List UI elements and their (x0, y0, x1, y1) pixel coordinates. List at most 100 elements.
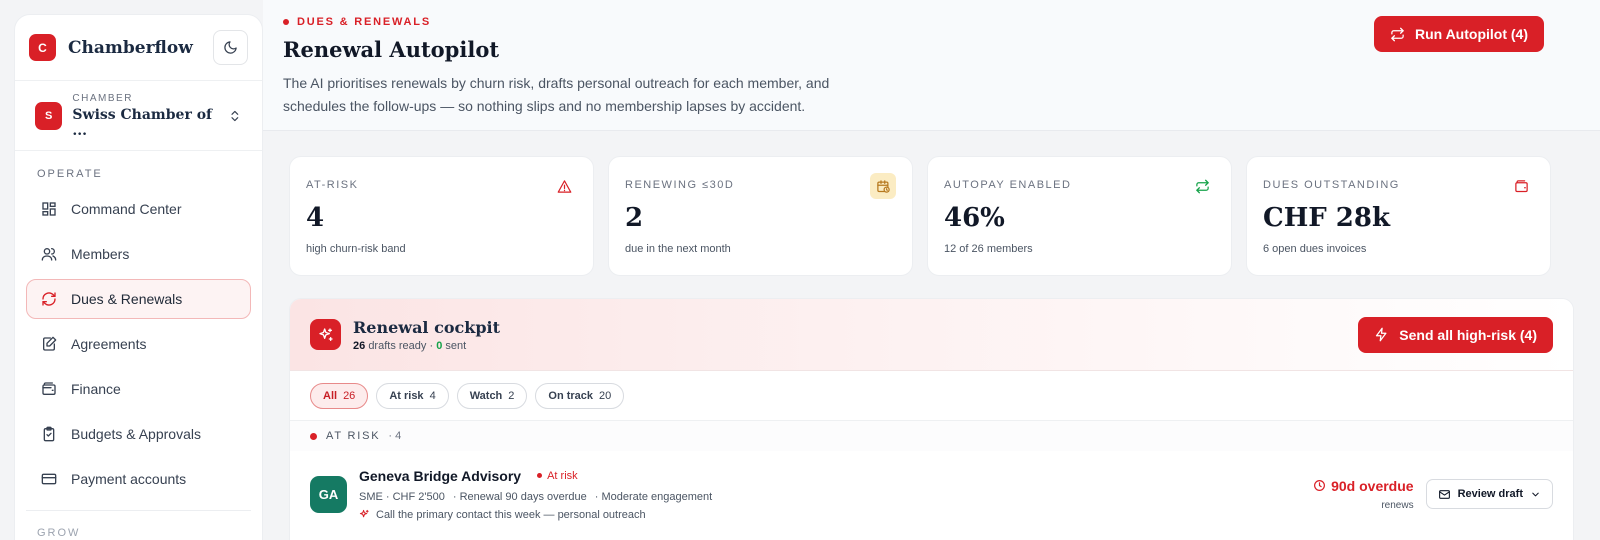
drafts-count: 26 (353, 339, 366, 352)
stat-card-dues-outstanding[interactable]: DUES OUTSTANDING CHF 28k 6 open dues inv… (1246, 156, 1551, 276)
document-edit-icon (43, 336, 57, 351)
sidebar-item-members[interactable]: Members (26, 234, 251, 274)
stat-label: RENEWING ≤30D (625, 179, 735, 191)
refresh-icon (42, 292, 56, 306)
overdue-text: 90d overdue (1331, 477, 1414, 494)
stat-card-autopay[interactable]: AUTOPAY ENABLED 46% 12 of 26 members (927, 156, 1232, 276)
stat-sub: high churn-risk band (306, 243, 406, 255)
status-badge-label: At risk (547, 469, 578, 482)
sidebar-item-agreements[interactable]: Agreements (26, 324, 251, 364)
sidebar-item-label: Dues & Renewals (71, 291, 183, 307)
send-all-high-risk-button[interactable]: Send all high-risk (4) (1358, 316, 1553, 353)
sent-count: 0 (436, 339, 443, 352)
sidebar-item-payment-accounts[interactable]: Payment accounts (26, 459, 251, 499)
filter-chip-watch[interactable]: Watch 2 (456, 382, 528, 409)
renewal-cockpit: Renewal cockpit 26 drafts ready · 0 sent… (289, 298, 1574, 540)
cockpit-title: Renewal cockpit (353, 317, 500, 337)
meta-segment: SME · CHF 2'500 (359, 490, 445, 503)
member-name[interactable]: Geneva Bridge Advisory (359, 468, 521, 484)
review-draft-label: Review draft (1457, 488, 1523, 500)
filter-chips: All 26 At risk 4 Watch 2 On track 20 (290, 371, 1573, 421)
run-autopilot-label: Run Autopilot (4) (1414, 26, 1528, 42)
cockpit-subtitle: 26 drafts ready · 0 sent (353, 340, 500, 352)
brand-name[interactable]: Chamberflow (68, 38, 193, 58)
chevron-up-down-icon (231, 110, 239, 121)
group-count: · 4 (388, 430, 402, 442)
stat-value: 4 (306, 203, 325, 233)
repeat-icon (1189, 173, 1215, 199)
stat-card-at-risk[interactable]: AT-RISK 4 high churn-risk band (289, 156, 594, 276)
filter-chip-all[interactable]: All 26 (310, 382, 369, 409)
stat-label: AT-RISK (306, 179, 359, 191)
stat-value: CHF 28k (1263, 203, 1390, 233)
ai-suggestion: Call the primary contact this week — per… (359, 509, 712, 521)
stat-card-renewing[interactable]: RENEWING ≤30D 2 due in the next month (608, 156, 913, 276)
run-autopilot-button[interactable]: Run Autopilot (4) (1373, 16, 1544, 52)
clipboard-check-icon (43, 426, 55, 442)
stat-sub: 6 open dues invoices (1263, 243, 1367, 255)
stat-sub: 12 of 26 members (944, 243, 1033, 255)
chip-label: All (323, 389, 338, 402)
chip-count: 4 (429, 389, 436, 402)
users-icon (41, 248, 57, 261)
lightning-icon (1376, 327, 1387, 342)
brand-header: C Chamberflow (15, 15, 262, 81)
filter-chip-at-risk[interactable]: At risk 4 (376, 382, 449, 409)
group-header-at-risk: AT RISK · 4 (290, 421, 1573, 451)
filter-chip-on-track[interactable]: On track 20 (535, 382, 625, 409)
sent-label: sent (445, 339, 467, 352)
wallet-icon (1508, 173, 1534, 199)
main-content: DUES & RENEWALS Renewal Autopilot The AI… (263, 0, 1600, 540)
calendar-clock-icon (870, 173, 896, 199)
grid-icon (42, 202, 56, 216)
kicker-dot (283, 19, 289, 25)
chamber-name: Swiss Chamber of ... (72, 106, 213, 139)
sidebar-item-label: Members (71, 246, 130, 262)
sidebar-item-budgets-approvals[interactable]: Budgets & Approvals (26, 414, 251, 454)
overdue-status: 90d overdue (1313, 477, 1414, 494)
status-badge: At risk (537, 470, 578, 482)
nav-section-operate: OPERATE (37, 168, 103, 180)
stat-value: 46% (944, 203, 1005, 233)
chevron-down-icon (1532, 492, 1539, 496)
chamber-switcher[interactable]: S CHAMBER Swiss Chamber of ... (15, 81, 262, 151)
chip-label: At risk (389, 389, 424, 402)
chip-label: On track (548, 389, 594, 402)
clock-icon (1314, 480, 1326, 491)
stat-label: DUES OUTSTANDING (1263, 179, 1400, 191)
page-header: DUES & RENEWALS Renewal Autopilot The AI… (263, 0, 1600, 131)
page-description: The AI prioritises renewals by churn ris… (283, 75, 830, 114)
sidebar-item-label: Agreements (71, 336, 147, 352)
sidebar-item-label: Command Center (71, 201, 182, 217)
sidebar-item-label: Budgets & Approvals (71, 426, 201, 442)
sidebar-item-finance[interactable]: Finance (26, 369, 251, 409)
list-item[interactable]: GA Geneva Bridge Advisory At risk SME · … (290, 451, 1573, 537)
alert-triangle-icon (551, 173, 577, 199)
sidebar-item-dues-renewals[interactable]: Dues & Renewals (26, 279, 251, 319)
sidebar-item-label: Finance (71, 381, 121, 397)
avatar: GA (310, 475, 347, 513)
drafts-label: drafts ready · (368, 339, 434, 352)
stat-sub: due in the next month (625, 243, 731, 255)
ai-suggestion-text: Call the primary contact this week — per… (376, 508, 646, 521)
brand-logo[interactable]: C (29, 34, 56, 61)
stats-row: AT-RISK 4 high churn-risk band RENEWING … (289, 156, 1551, 276)
chip-count: 2 (508, 389, 515, 402)
mail-icon (1438, 489, 1450, 499)
chamber-kicker: CHAMBER (72, 92, 133, 104)
chip-label: Watch (469, 389, 503, 402)
meta-renewal: · Renewal 90 days overdue (452, 490, 587, 503)
meta-engagement: · Moderate engagement (594, 490, 713, 503)
theme-toggle-button[interactable] (213, 30, 248, 65)
wallet-icon (42, 382, 56, 395)
cockpit-header: Renewal cockpit 26 drafts ready · 0 sent… (290, 299, 1573, 371)
send-all-label: Send all high-risk (4) (1399, 326, 1537, 343)
status-dot (310, 432, 317, 440)
sidebar-item-command-center[interactable]: Command Center (26, 189, 251, 229)
nav-section-grow: GROW (37, 527, 81, 539)
review-draft-button[interactable]: Review draft (1425, 479, 1553, 509)
sparkles-icon (359, 509, 369, 518)
chamber-logo: S (35, 101, 63, 130)
moon-icon (224, 41, 237, 54)
status-dot (537, 473, 543, 478)
